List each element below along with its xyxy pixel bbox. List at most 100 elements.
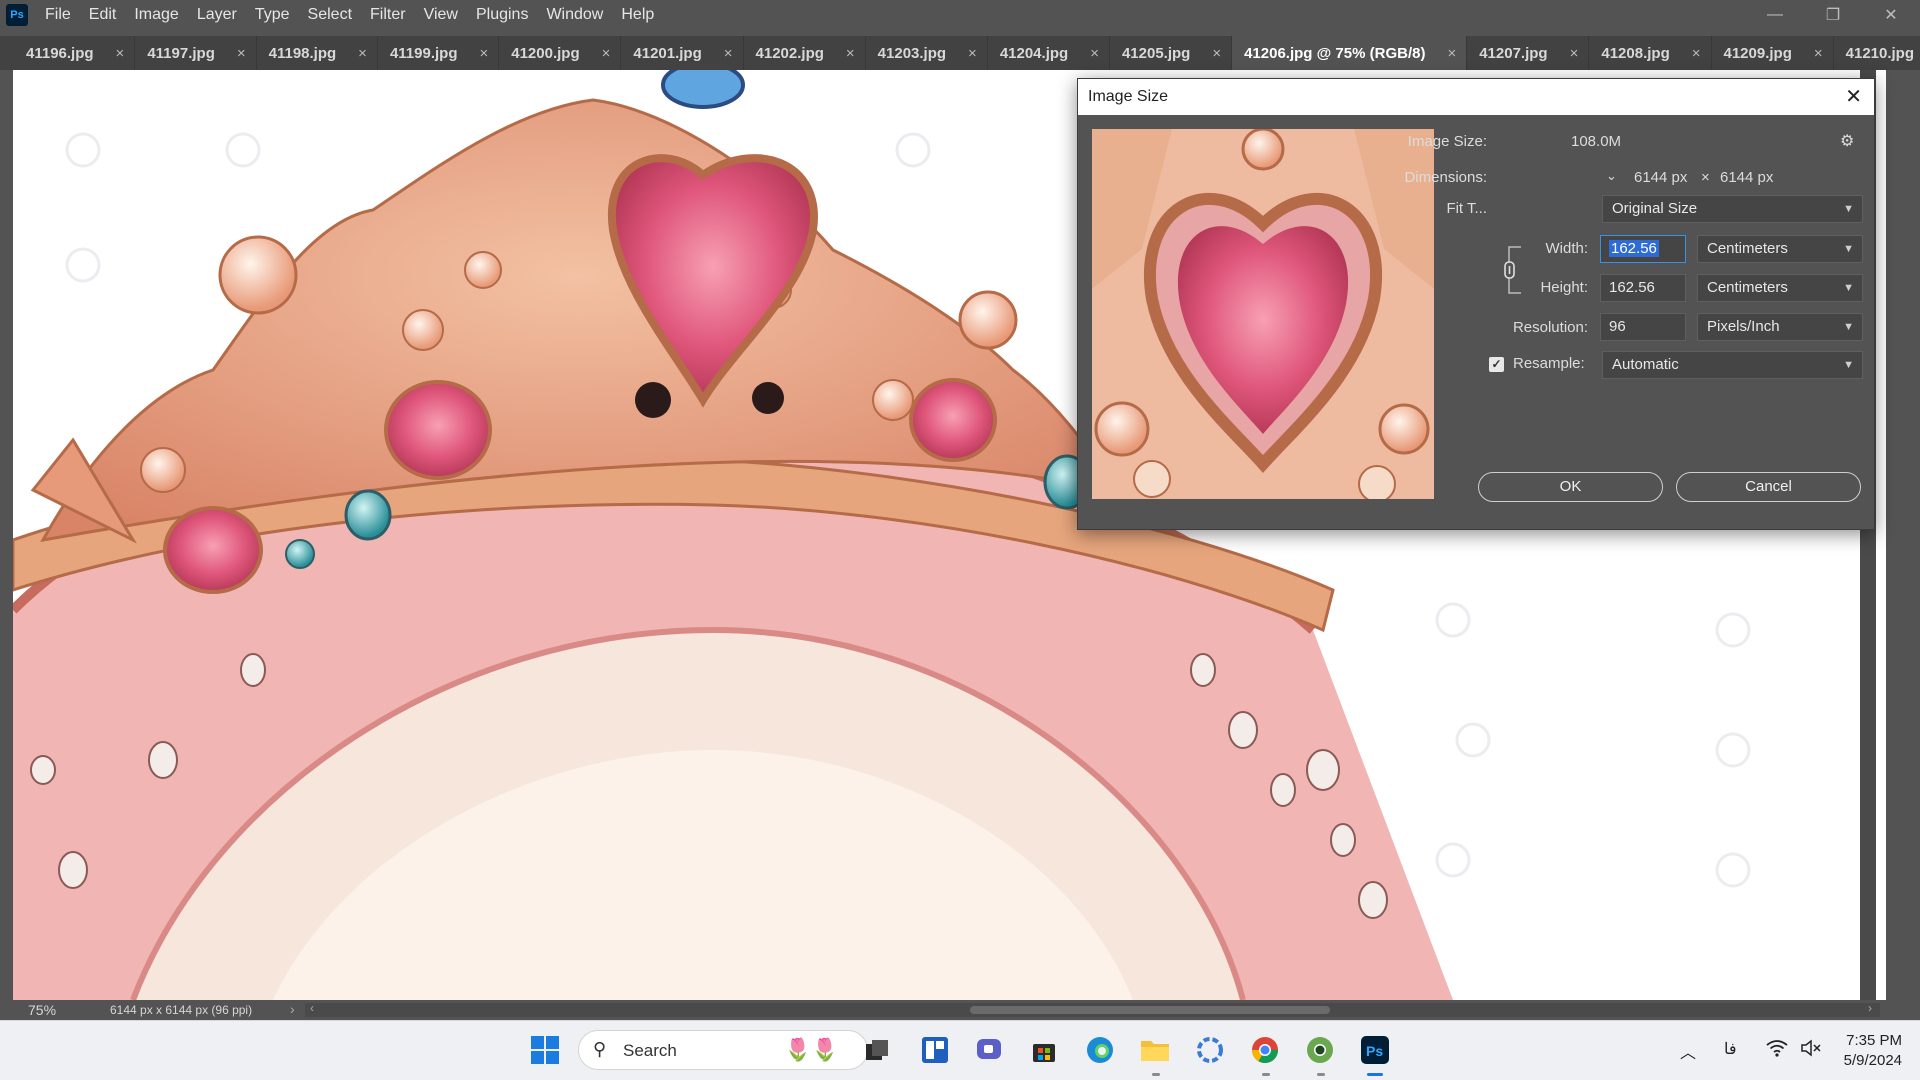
dimensions-label: Dimensions: xyxy=(1404,169,1487,186)
gear-icon[interactable]: ⚙ xyxy=(1840,131,1854,151)
tab-close-icon[interactable]: × xyxy=(1814,45,1823,62)
menu-file[interactable]: File xyxy=(36,0,80,30)
menu-image[interactable]: Image xyxy=(125,0,187,30)
document-tab[interactable]: 41202.jpg × xyxy=(743,36,866,70)
ok-button[interactable]: OK xyxy=(1478,472,1663,502)
horizontal-scrollbar[interactable] xyxy=(305,1003,1880,1017)
image-preview[interactable] xyxy=(1092,129,1434,499)
tab-close-icon[interactable]: × xyxy=(968,45,977,62)
snipping-tool-icon[interactable] xyxy=(1193,1033,1227,1067)
document-tab[interactable]: 41197.jpg × xyxy=(135,36,257,70)
chevron-down-icon: ▼ xyxy=(1843,359,1854,371)
document-tab[interactable]: 41199.jpg × xyxy=(377,36,500,70)
tab-label: 41207.jpg xyxy=(1479,44,1548,62)
document-tab[interactable]: 41208.jpg × xyxy=(1589,36,1712,70)
document-tab[interactable]: 41196.jpg × xyxy=(14,36,136,70)
resample-checkbox[interactable]: ✓ xyxy=(1489,357,1504,372)
file-explorer-icon[interactable] xyxy=(1138,1033,1172,1067)
document-tab[interactable]: 41205.jpg × xyxy=(1109,36,1233,70)
horizontal-scroll-thumb[interactable] xyxy=(970,1006,1330,1014)
volume-muted-icon[interactable] xyxy=(1800,1039,1822,1062)
tab-close-icon[interactable]: × xyxy=(116,45,125,62)
width-unit-dropdown[interactable]: Centimeters ▼ xyxy=(1697,235,1863,263)
document-tab[interactable]: 41210.jpg× xyxy=(1833,36,1920,70)
document-tab[interactable]: 41203.jpg × xyxy=(865,36,988,70)
task-view-icon[interactable] xyxy=(860,1033,894,1067)
fit-to-label: Fit T... xyxy=(1446,200,1487,217)
tab-close-icon[interactable]: × xyxy=(1692,45,1701,62)
tab-close-icon[interactable]: × xyxy=(1447,45,1456,62)
document-tab[interactable]: 41200.jpg × xyxy=(499,36,622,70)
tab-close-icon[interactable]: × xyxy=(358,45,367,62)
active-document-tab[interactable]: 41206.jpg @ 75% (RGB/8) × xyxy=(1232,36,1468,70)
chain-link-icon[interactable] xyxy=(1503,245,1539,295)
tab-label: 41205.jpg xyxy=(1121,44,1191,62)
restore-button[interactable]: ❐ xyxy=(1804,0,1862,30)
minimize-button[interactable]: — xyxy=(1746,0,1804,30)
dialog-close-icon[interactable]: ✕ xyxy=(1845,79,1862,115)
menu-view[interactable]: View xyxy=(415,0,467,30)
status-bar: 75% 6144 px x 6144 px (96 ppi) › ‹ › xyxy=(0,1000,1920,1020)
tab-close-icon[interactable]: × xyxy=(1570,45,1579,62)
width-label: Width: xyxy=(1545,240,1588,257)
width-input[interactable]: 162.56 xyxy=(1600,235,1686,263)
fit-to-dropdown[interactable]: Original Size ▼ xyxy=(1602,195,1863,223)
store-icon[interactable] xyxy=(1027,1033,1061,1067)
photoshop-logo[interactable]: Ps xyxy=(6,4,28,26)
chevron-down-icon: ▼ xyxy=(1843,243,1854,255)
scroll-right-icon[interactable]: › xyxy=(1868,1001,1872,1015)
active-app-indicator xyxy=(1367,1073,1383,1076)
menu-select[interactable]: Select xyxy=(299,0,361,30)
chevron-right-icon[interactable]: › xyxy=(290,1001,295,1017)
tab-close-icon[interactable]: × xyxy=(479,45,488,62)
tab-label: 41196.jpg xyxy=(26,44,94,62)
clock-time: 7:35 PM xyxy=(1846,1032,1902,1049)
height-input[interactable]: 162.56 xyxy=(1600,274,1686,302)
photoshop-icon[interactable]: Ps xyxy=(1358,1033,1392,1067)
edge-icon[interactable] xyxy=(1083,1033,1117,1067)
teams-icon[interactable] xyxy=(973,1033,1007,1067)
system-clock[interactable]: 7:35 PM 5/9/2024 xyxy=(1844,1031,1902,1071)
image-size-value: 108.0M xyxy=(1571,133,1622,150)
tab-close-icon[interactable]: × xyxy=(846,45,855,62)
resolution-unit-dropdown[interactable]: Pixels/Inch ▼ xyxy=(1697,313,1863,341)
menu-filter[interactable]: Filter xyxy=(361,0,415,30)
tab-close-icon[interactable]: × xyxy=(724,45,733,62)
wifi-icon[interactable] xyxy=(1766,1039,1788,1062)
resolution-input[interactable]: 96 xyxy=(1600,313,1686,341)
menu-plugins[interactable]: Plugins xyxy=(467,0,537,30)
dimensions-dropdown-icon[interactable]: ⌄ xyxy=(1606,168,1617,184)
menu-window[interactable]: Window xyxy=(537,0,612,30)
menu-layer[interactable]: Layer xyxy=(188,0,246,30)
chevron-up-icon[interactable]: ︿ xyxy=(1680,1039,1696,1063)
menu-edit[interactable]: Edit xyxy=(80,0,126,30)
window-controls: — ❐ ✕ xyxy=(1746,0,1920,30)
search-icon: ⚲ xyxy=(593,1039,607,1059)
zoom-level[interactable]: 75% xyxy=(28,1002,56,1018)
resample-dropdown[interactable]: Automatic ▼ xyxy=(1602,351,1863,379)
language-indicator[interactable]: فا xyxy=(1724,1039,1737,1059)
close-window-button[interactable]: ✕ xyxy=(1862,0,1920,30)
document-tab[interactable]: 41204.jpg × xyxy=(987,36,1110,70)
menu-type[interactable]: Type xyxy=(246,0,299,30)
document-tab[interactable]: 41201.jpg × xyxy=(621,36,744,70)
scroll-left-icon[interactable]: ‹ xyxy=(310,1001,314,1015)
document-tab[interactable]: 41209.jpg × xyxy=(1711,36,1834,70)
chrome-alt-icon[interactable] xyxy=(1303,1033,1337,1067)
document-tab[interactable]: 41198.jpg × xyxy=(256,36,378,70)
height-unit-dropdown[interactable]: Centimeters ▼ xyxy=(1697,274,1863,302)
tab-label: 41199.jpg xyxy=(389,44,458,62)
menu-help[interactable]: Help xyxy=(612,0,663,30)
widgets-icon[interactable] xyxy=(918,1033,952,1067)
document-tab[interactable]: 41207.jpg × xyxy=(1467,36,1590,70)
image-size-label: Image Size: xyxy=(1407,133,1487,150)
tab-close-icon[interactable]: × xyxy=(1090,45,1099,62)
tab-close-icon[interactable]: × xyxy=(602,45,611,62)
start-icon[interactable] xyxy=(528,1033,562,1067)
chrome-icon[interactable] xyxy=(1248,1033,1282,1067)
tab-close-icon[interactable]: × xyxy=(237,45,246,62)
cancel-button[interactable]: Cancel xyxy=(1676,472,1861,502)
tab-close-icon[interactable]: × xyxy=(1212,45,1221,62)
chevron-down-icon: ▼ xyxy=(1843,203,1854,215)
taskbar-search-input[interactable]: ⚲ Search 🌷🌷 xyxy=(578,1030,868,1070)
